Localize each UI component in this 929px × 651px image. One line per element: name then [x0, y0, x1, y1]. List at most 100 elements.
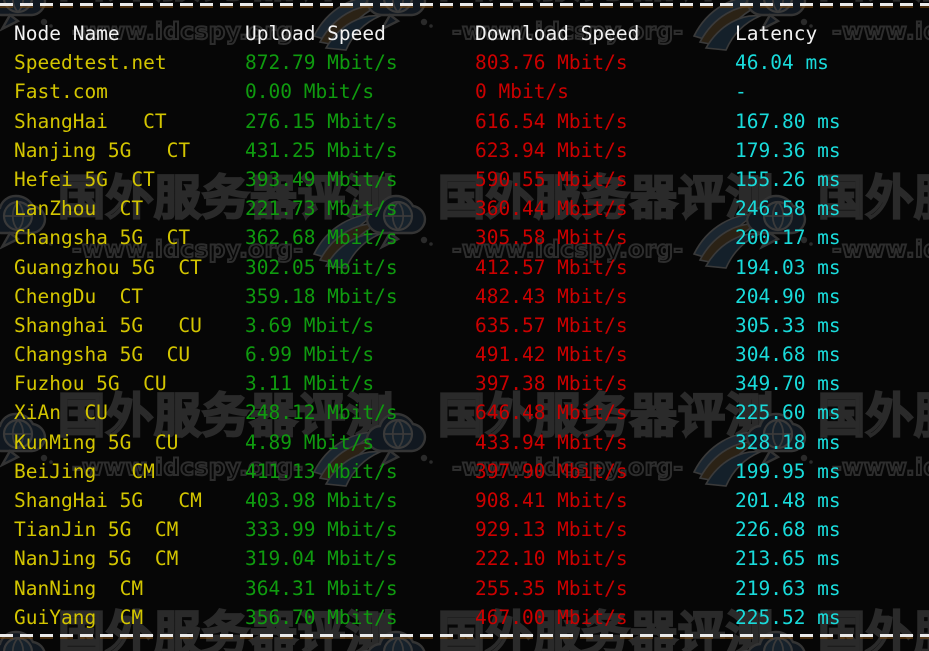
- cell-upload-speed: 431.25 Mbit/s: [245, 138, 398, 162]
- cell-node-name: NanNing CM: [14, 576, 144, 600]
- table-row: NanNing CM 364.31 Mbit/s 255.35 Mbit/s 219.…: [0, 574, 929, 603]
- cell-latency: 194.03 ms: [735, 255, 841, 279]
- cell-node-name: GuiYang CM: [14, 605, 144, 629]
- cell-node-name: KunMing 5G CU: [14, 430, 179, 454]
- table-row: ChengDu CT 359.18 Mbit/s 482.43 Mbit/s 204.…: [0, 282, 929, 311]
- cell-latency: -: [735, 80, 747, 104]
- cell-download-speed: 635.57 Mbit/s: [475, 313, 628, 337]
- cell-latency: 179.36 ms: [735, 138, 841, 162]
- divider-bottom: [0, 634, 929, 637]
- cell-upload-speed: 356.70 Mbit/s: [245, 605, 398, 629]
- cell-upload-speed: 333.99 Mbit/s: [245, 518, 398, 542]
- watermark-swoosh-icon: [361, 649, 379, 651]
- cell-node-name: ShangHai 5G CM: [14, 489, 202, 512]
- table-row: ShangHai CT 276.15 Mbit/s 616.54 Mbit/s 167…: [0, 107, 929, 136]
- cell-download-speed: 305.58 Mbit/s: [475, 226, 628, 250]
- table-row: Hefei 5G CT 393.49 Mbit/s 590.55 Mbit/s 155…: [0, 165, 929, 194]
- cell-download-speed: 623.94 Mbit/s: [475, 138, 628, 162]
- cell-download-speed: 590.55 Mbit/s: [475, 167, 628, 191]
- cell-download-speed: 908.41 Mbit/s: [475, 489, 628, 512]
- cell-upload-speed: 248.12 Mbit/s: [245, 401, 398, 425]
- cell-upload-speed: 0.00 Mbit/s: [245, 80, 375, 104]
- cell-download-speed: 255.35 Mbit/s: [475, 576, 628, 600]
- cell-node-name: Fuzhou 5G CU: [14, 372, 167, 396]
- cell-node-name: ShangHai CT: [14, 109, 167, 133]
- cell-node-name: Speedtest.net: [14, 51, 167, 75]
- cell-upload-speed: 411.13 Mbit/s: [245, 459, 398, 483]
- table-row: Changsha 5G CU 6.99 Mbit/s 491.42 Mbit/s 30…: [0, 340, 929, 369]
- table-row: Speedtest.net 872.79 Mbit/s 803.76 Mbit/s 4…: [0, 48, 929, 77]
- cell-upload-speed: 4.89 Mbit/s: [245, 430, 375, 454]
- cell-latency: 46.04 ms: [735, 51, 829, 75]
- cell-latency: 199.95 ms: [735, 459, 841, 483]
- cell-latency: 225.52 ms: [735, 605, 841, 629]
- cell-node-name: Guangzhou 5G CT: [14, 255, 202, 279]
- cell-latency: 226.68 ms: [735, 518, 841, 542]
- cell-download-speed: 433.94 Mbit/s: [475, 430, 628, 454]
- cell-latency: 349.70 ms: [735, 372, 841, 396]
- cell-upload-speed: 403.98 Mbit/s: [245, 489, 398, 512]
- cell-download-speed: 803.76 Mbit/s: [475, 51, 628, 75]
- table-row: Guangzhou 5G CT 302.05 Mbit/s 412.57 Mbit/…: [0, 253, 929, 282]
- table-row: BeiJing CM 411.13 Mbit/s 397.90 Mbit/s 199.…: [0, 457, 929, 486]
- cell-latency: 328.18 ms: [735, 430, 841, 454]
- cell-node-name: Nanjing 5G CT: [14, 138, 191, 162]
- cell-latency: 225.60 ms: [735, 401, 841, 425]
- table-row: KunMing 5G CU 4.89 Mbit/s 433.94 Mbit/s 328…: [0, 428, 929, 457]
- table-row: LanZhou CT 221.73 Mbit/s 360.44 Mbit/s 246.…: [0, 194, 929, 223]
- cell-download-speed: 467.00 Mbit/s: [475, 605, 628, 629]
- cell-node-name: LanZhou CT: [14, 197, 144, 221]
- cell-upload-speed: 872.79 Mbit/s: [245, 51, 398, 75]
- divider-top-fringe: [0, 6, 929, 8]
- cell-upload-speed: 359.18 Mbit/s: [245, 284, 398, 308]
- cell-node-name: ChengDu CT: [14, 284, 144, 308]
- cell-download-speed: 360.44 Mbit/s: [475, 197, 628, 221]
- cell-upload-speed: 276.15 Mbit/s: [245, 109, 398, 133]
- table-row: TianJin 5G CM 333.99 Mbit/s 929.13 Mbit/s 2…: [0, 515, 929, 544]
- table-row: Changsha 5G CT 362.68 Mbit/s 305.58 Mbit/s…: [0, 223, 929, 252]
- cell-latency: 246.58 ms: [735, 197, 841, 221]
- cell-latency: 167.80 ms: [735, 109, 841, 133]
- header-latency: Latency: [735, 22, 818, 45]
- cell-download-speed: 397.38 Mbit/s: [475, 372, 628, 396]
- cell-download-speed: 616.54 Mbit/s: [475, 109, 628, 133]
- table-row: Fast.com 0.00 Mbit/s 0 Mbit/s -: [0, 77, 929, 106]
- header-download-speed: Download Speed: [475, 22, 640, 45]
- cell-download-speed: 0 Mbit/s: [475, 80, 569, 104]
- speedtest-table: Node Name Upload Speed Download Speed La…: [0, 19, 929, 632]
- table-row: Nanjing 5G CT 431.25 Mbit/s 623.94 Mbit/s 1…: [0, 136, 929, 165]
- cell-download-speed: 222.10 Mbit/s: [475, 547, 628, 571]
- header-node-name: Node Name: [14, 22, 120, 45]
- cell-upload-speed: 364.31 Mbit/s: [245, 576, 398, 600]
- table-row: Fuzhou 5G CU 3.11 Mbit/s 397.38 Mbit/s 349.…: [0, 369, 929, 398]
- cell-upload-speed: 6.99 Mbit/s: [245, 343, 375, 367]
- cell-latency: 213.65 ms: [735, 547, 841, 571]
- table-row: XiAn CU 248.12 Mbit/s 646.48 Mbit/s 225.60 …: [0, 398, 929, 427]
- cell-download-speed: 397.90 Mbit/s: [475, 459, 628, 483]
- cell-upload-speed: 3.11 Mbit/s: [245, 372, 375, 396]
- cell-download-speed: 491.42 Mbit/s: [475, 343, 628, 367]
- cell-node-name: Changsha 5G CT: [14, 226, 191, 250]
- cell-latency: 305.33 ms: [735, 313, 841, 337]
- table-row: ShangHai 5G CM 403.98 Mbit/s 908.41 Mbit/s…: [0, 486, 929, 515]
- header-upload-speed: Upload Speed: [245, 22, 386, 45]
- cell-upload-speed: 3.69 Mbit/s: [245, 313, 375, 337]
- cell-upload-speed: 319.04 Mbit/s: [245, 547, 398, 571]
- table-row: Shanghai 5G CU 3.69 Mbit/s 635.57 Mbit/s 30…: [0, 311, 929, 340]
- cell-upload-speed: 393.49 Mbit/s: [245, 167, 398, 191]
- divider-bottom-fringe: [0, 637, 929, 639]
- cell-latency: 201.48 ms: [735, 489, 841, 512]
- cell-node-name: XiAn CU: [14, 401, 108, 425]
- table-row: NanJing 5G CM 319.04 Mbit/s 222.10 Mbit/s 2…: [0, 544, 929, 573]
- watermark-swoosh-icon: [741, 649, 759, 651]
- cell-download-speed: 482.43 Mbit/s: [475, 284, 628, 308]
- cell-latency: 204.90 ms: [735, 284, 841, 308]
- cell-download-speed: 646.48 Mbit/s: [475, 401, 628, 425]
- cell-latency: 155.26 ms: [735, 167, 841, 191]
- cell-node-name: Shanghai 5G CU: [14, 313, 202, 337]
- table-row: GuiYang CM 356.70 Mbit/s 467.00 Mbit/s 225.…: [0, 603, 929, 632]
- cell-latency: 304.68 ms: [735, 343, 841, 367]
- cell-upload-speed: 302.05 Mbit/s: [245, 255, 398, 279]
- cell-latency: 200.17 ms: [735, 226, 841, 250]
- cell-download-speed: 929.13 Mbit/s: [475, 518, 628, 542]
